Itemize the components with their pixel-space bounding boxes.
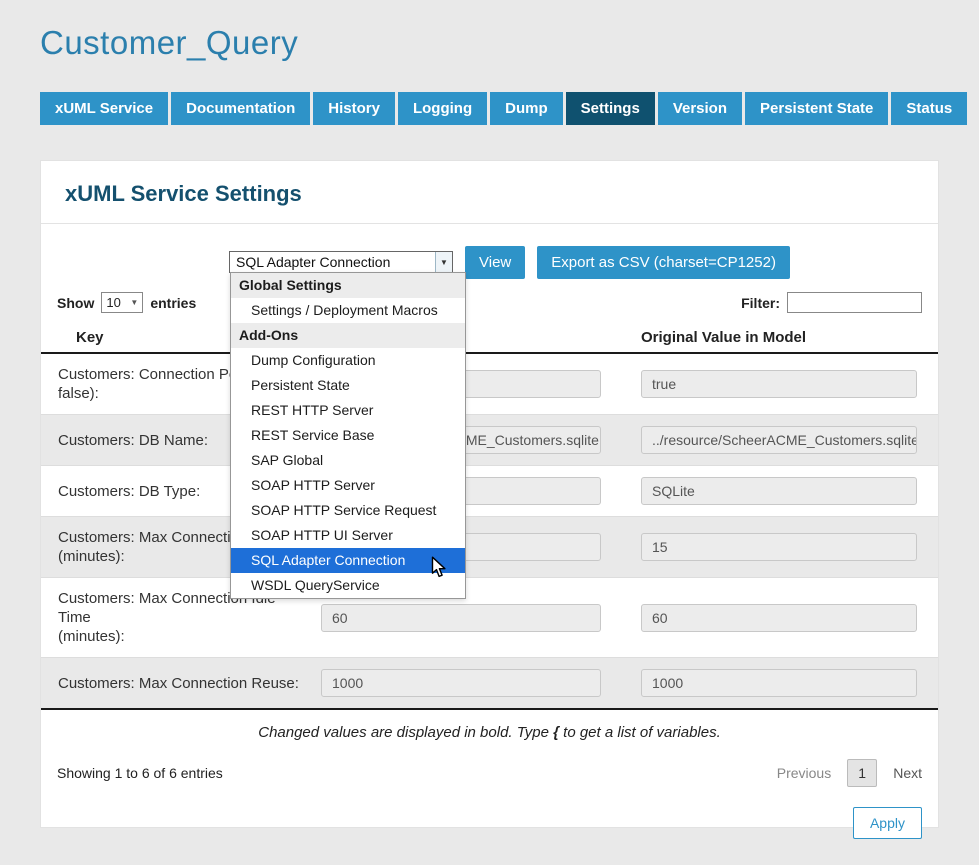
showing-entries-text: Showing 1 to 6 of 6 entries	[57, 765, 223, 781]
page-title: Customer_Query	[40, 24, 298, 62]
chevron-down-icon[interactable]: ▼	[435, 252, 452, 272]
list-controls: Show 10 ▼ entries Filter:	[41, 280, 938, 323]
page: Customer_Query xUML Service Documentatio…	[0, 0, 979, 865]
filter-control: Filter:	[741, 292, 922, 313]
settings-category-dropdown: Global Settings Settings / Deployment Ma…	[230, 272, 466, 599]
pagination: Previous 1 Next	[777, 759, 922, 787]
table-row: Customers: DB Name: ../resource/ScheerAC…	[41, 414, 938, 465]
tab-xuml-service[interactable]: xUML Service	[40, 92, 168, 125]
tab-settings[interactable]: Settings	[566, 92, 655, 125]
option-soap-http-server[interactable]: SOAP HTTP Server	[231, 473, 465, 498]
list-footer: Showing 1 to 6 of 6 entries Previous 1 N…	[41, 751, 938, 795]
apply-button[interactable]: Apply	[853, 807, 922, 839]
dropdown-group-add-ons: Add-Ons	[231, 323, 465, 348]
table-header: Key Value Original Value in Model	[41, 323, 938, 354]
option-rest-service-base[interactable]: REST Service Base	[231, 423, 465, 448]
tab-status[interactable]: Status	[891, 92, 967, 125]
dropdown-group-global-settings: Global Settings	[231, 273, 465, 298]
page-size-value: 10	[106, 295, 120, 310]
next-page-link[interactable]: Next	[893, 765, 922, 781]
option-dump-configuration[interactable]: Dump Configuration	[231, 348, 465, 373]
page-size-control: Show 10 ▼ entries	[57, 292, 196, 313]
setting-original-value: SQLite	[641, 477, 917, 505]
tab-persistent-state[interactable]: Persistent State	[745, 92, 888, 125]
option-settings-deployment-macros[interactable]: Settings / Deployment Macros	[231, 298, 465, 323]
setting-key: Customers: Max Connection Reuse:	[41, 674, 321, 693]
filter-label: Filter:	[741, 295, 780, 311]
tab-logging[interactable]: Logging	[398, 92, 487, 125]
setting-value-input[interactable]: 60	[321, 604, 601, 632]
chevron-down-icon: ▼	[130, 298, 138, 307]
setting-original-value: true	[641, 370, 917, 398]
table-note: Changed values are displayed in bold. Ty…	[41, 710, 938, 751]
setting-original-value: 1000	[641, 669, 917, 697]
option-rest-http-server[interactable]: REST HTTP Server	[231, 398, 465, 423]
page-size-select[interactable]: 10 ▼	[101, 292, 143, 313]
option-wsdl-queryservice[interactable]: WSDL QueryService	[231, 573, 465, 598]
option-sql-adapter-connection[interactable]: SQL Adapter Connection	[231, 548, 465, 573]
table-row: Customers: Max Connection Idle Time (min…	[41, 577, 938, 657]
tab-documentation[interactable]: Documentation	[171, 92, 310, 125]
setting-original-value: 60	[641, 604, 917, 632]
table-row: Customers: Max Connection Reuse: 1000 10…	[41, 657, 938, 708]
tab-bar: xUML Service Documentation History Loggi…	[40, 92, 967, 125]
panel-heading: xUML Service Settings	[41, 161, 938, 224]
previous-page-link[interactable]: Previous	[777, 765, 831, 781]
entries-label: entries	[150, 295, 196, 311]
setting-original-value: 15	[641, 533, 917, 561]
apply-row: Apply	[41, 795, 938, 855]
settings-controls: SQL Adapter Connection ▼ Global Settings…	[41, 244, 938, 280]
tab-version[interactable]: Version	[658, 92, 742, 125]
option-sap-global[interactable]: SAP Global	[231, 448, 465, 473]
option-persistent-state[interactable]: Persistent State	[231, 373, 465, 398]
page-number-button[interactable]: 1	[847, 759, 877, 787]
filter-input[interactable]	[787, 292, 922, 313]
export-csv-button[interactable]: Export as CSV (charset=CP1252)	[537, 246, 790, 279]
tab-dump[interactable]: Dump	[490, 92, 563, 125]
option-soap-http-ui-server[interactable]: SOAP HTTP UI Server	[231, 523, 465, 548]
settings-category-select[interactable]: SQL Adapter Connection ▼ Global Settings…	[229, 251, 453, 273]
setting-original-value: ../resource/ScheerACME_Customers.sqlite	[641, 426, 917, 454]
settings-table: Customers: Connection Pool (true/ false)…	[41, 354, 938, 710]
table-row: Customers: Max Connection Age (minutes):…	[41, 516, 938, 577]
original-column-header: Original Value in Model	[621, 329, 923, 346]
table-row: Customers: DB Type: SQLite SQLite	[41, 465, 938, 516]
view-button[interactable]: View	[465, 246, 525, 279]
tab-history[interactable]: History	[313, 92, 395, 125]
table-row: Customers: Connection Pool (true/ false)…	[41, 354, 938, 414]
settings-category-value: SQL Adapter Connection	[230, 252, 435, 272]
setting-value-input[interactable]: 1000	[321, 669, 601, 697]
show-label: Show	[57, 295, 94, 311]
settings-panel: xUML Service Settings SQL Adapter Connec…	[40, 160, 939, 828]
option-soap-http-service-request[interactable]: SOAP HTTP Service Request	[231, 498, 465, 523]
